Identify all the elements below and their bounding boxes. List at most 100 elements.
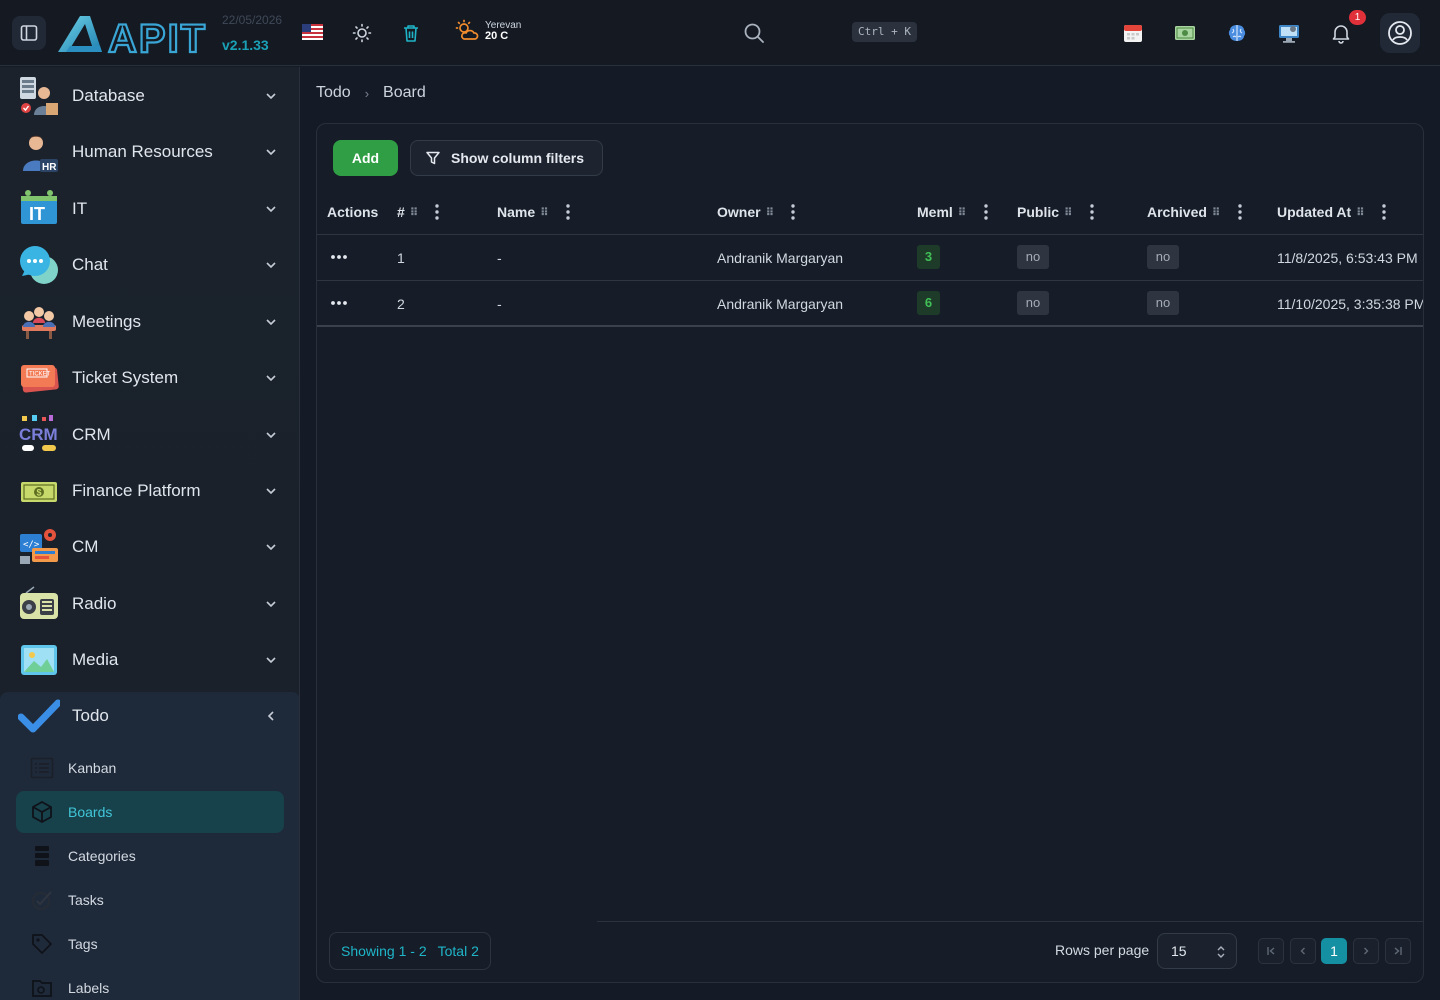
chevron-down-icon [266, 657, 276, 664]
first-page-button[interactable] [1258, 938, 1284, 964]
show-column-filters-label: Show column filters [451, 150, 585, 166]
sidebar-subitem-labels[interactable]: Labels [16, 967, 284, 1000]
drag-handle-icon[interactable]: ⠿ [1212, 206, 1221, 219]
sidebar-item-human-resources[interactable]: HR Human Resources [0, 124, 299, 180]
drag-handle-icon[interactable]: ⠿ [540, 206, 549, 219]
chevron-down-icon [266, 601, 276, 608]
pagination-summary: Showing 1 - 2 Total 2 [329, 932, 491, 970]
table-row[interactable]: 1 - Andranik Margaryan 3 no no 11/8/2025… [317, 235, 1423, 281]
app-version: v2.1.33 [222, 37, 269, 53]
sun-icon[interactable] [350, 21, 374, 45]
column-header-owner[interactable]: Owner ⠿ [717, 204, 775, 220]
app-logo[interactable]: APIT [56, 12, 216, 62]
us-flag-icon[interactable] [302, 24, 323, 40]
sidebar-item-meetings[interactable]: Meetings [0, 294, 299, 350]
sidebar-item-chat[interactable]: Chat [0, 237, 299, 293]
sidebar-item-label: Radio [72, 594, 117, 613]
column-menu-icon[interactable] [435, 204, 439, 220]
weather-widget[interactable]: Yerevan 20 C [455, 19, 521, 43]
sidebar-item-crm[interactable]: CRM CRM [0, 407, 299, 463]
column-header-name[interactable]: Name ⠿ [497, 204, 549, 220]
sidebar-subitem-boards[interactable]: Boards [16, 791, 284, 833]
public-badge: no [1017, 245, 1049, 269]
drag-handle-icon[interactable]: ⠿ [410, 206, 419, 219]
column-menu-icon[interactable] [1090, 204, 1094, 220]
more-actions-icon[interactable] [329, 247, 349, 267]
sidebar-item-database[interactable]: Database [0, 68, 299, 124]
next-page-button[interactable] [1353, 938, 1379, 964]
meetings-icon [18, 301, 60, 343]
sidebar-item-ticket-system[interactable]: TICKET Ticket System [0, 350, 299, 406]
chevron-down-icon [266, 544, 276, 551]
svg-text:$: $ [37, 488, 42, 498]
chevron-down-icon [266, 149, 276, 156]
brain-icon[interactable] [1224, 20, 1250, 46]
last-page-button[interactable] [1385, 938, 1411, 964]
table-row[interactable]: 2 - Andranik Margaryan 6 no no 11/10/202… [317, 281, 1423, 327]
drag-handle-icon[interactable]: ⠿ [958, 206, 967, 219]
column-header-updated-at[interactable]: Updated At ⠿ [1277, 204, 1365, 220]
column-header-id[interactable]: # ⠿ [397, 204, 419, 220]
weather-temperature: 20 C [485, 30, 509, 42]
checkmark-icon [17, 695, 62, 737]
column-header-members[interactable]: Meml ⠿ [917, 204, 967, 220]
previous-page-button[interactable] [1290, 938, 1316, 964]
column-menu-icon[interactable] [791, 204, 795, 220]
breadcrumb-link-todo[interactable]: Todo [316, 84, 351, 102]
more-actions-icon[interactable] [329, 293, 349, 313]
sidebar-item-label: Human Resources [72, 142, 213, 161]
page-button-1[interactable]: 1 [1321, 938, 1347, 964]
sidebar-subitem-label: Tags [68, 936, 98, 952]
drag-handle-icon[interactable]: ⠿ [766, 206, 775, 219]
column-menu-icon[interactable] [566, 204, 570, 220]
bell-icon[interactable] [1328, 20, 1354, 46]
sidebar-item-cm[interactable]: </> CM [0, 519, 299, 575]
sidebar-subitem-tags[interactable]: Tags [16, 923, 284, 965]
rows-per-page-value: 15 [1171, 943, 1187, 959]
top-header: APIT 22/05/2026 v2.1.33 Yerevan 20 C Ctr… [0, 0, 1440, 66]
sidebar-toggle-icon[interactable] [12, 16, 46, 50]
column-header-archived[interactable]: Archived ⠿ [1147, 204, 1220, 220]
user-circle-icon[interactable] [1380, 13, 1420, 53]
cell-owner: Andranik Margaryan [717, 250, 844, 266]
add-button[interactable]: Add [333, 140, 398, 176]
archived-badge: no [1147, 245, 1179, 269]
search-shortcut[interactable]: Ctrl + K [852, 22, 917, 42]
sidebar-item-label: Media [72, 650, 119, 669]
total-count: Total 2 [437, 943, 479, 959]
sidebar-subitem-tasks[interactable]: Tasks [16, 879, 284, 921]
column-menu-icon[interactable] [1238, 204, 1242, 220]
sidebar-item-it[interactable]: IT IT [0, 181, 299, 237]
sidebar-item-label: Chat [72, 255, 108, 274]
chevron-right-icon: › [364, 85, 370, 101]
column-menu-icon[interactable] [1382, 204, 1386, 220]
sidebar-item-radio[interactable]: Radio [0, 576, 299, 632]
members-badge: 6 [917, 291, 940, 315]
show-column-filters-button[interactable]: Show column filters [410, 140, 603, 176]
sidebar-item-label: Ticket System [72, 368, 179, 387]
sidebar-item-finance-platform[interactable]: $ Finance Platform [0, 463, 299, 519]
monitor-icon[interactable] [1276, 20, 1302, 46]
breadcrumb-current: Board [383, 84, 426, 101]
sidebar-item-media[interactable]: Media [0, 632, 299, 688]
cell-name: - [497, 250, 502, 266]
trash-icon[interactable] [399, 21, 423, 45]
svg-text:HR: HR [42, 162, 57, 173]
sidebar-item-todo[interactable]: Todo [0, 688, 299, 744]
search-icon[interactable] [741, 20, 767, 46]
sidebar-subitem-kanban[interactable]: Kanban [16, 747, 284, 789]
column-header-public[interactable]: Public ⠿ [1017, 204, 1073, 220]
sidebar-subitem-categories[interactable]: Categories [16, 835, 284, 877]
calendar-icon[interactable] [1120, 20, 1146, 46]
rows-per-page-select[interactable]: 15 [1157, 933, 1237, 969]
rows-per-page-label: Rows per page [1055, 942, 1150, 958]
drag-handle-icon[interactable]: ⠿ [1356, 206, 1365, 219]
chevron-down-icon [266, 432, 276, 439]
money-icon[interactable] [1172, 20, 1198, 46]
column-menu-icon[interactable] [984, 204, 988, 220]
cm-icon: </> [18, 526, 60, 568]
svg-text:IT: IT [29, 204, 45, 224]
cell-id: 1 [397, 250, 405, 266]
drag-handle-icon[interactable]: ⠿ [1064, 206, 1073, 219]
sidebar-subitem-label: Labels [68, 980, 110, 996]
